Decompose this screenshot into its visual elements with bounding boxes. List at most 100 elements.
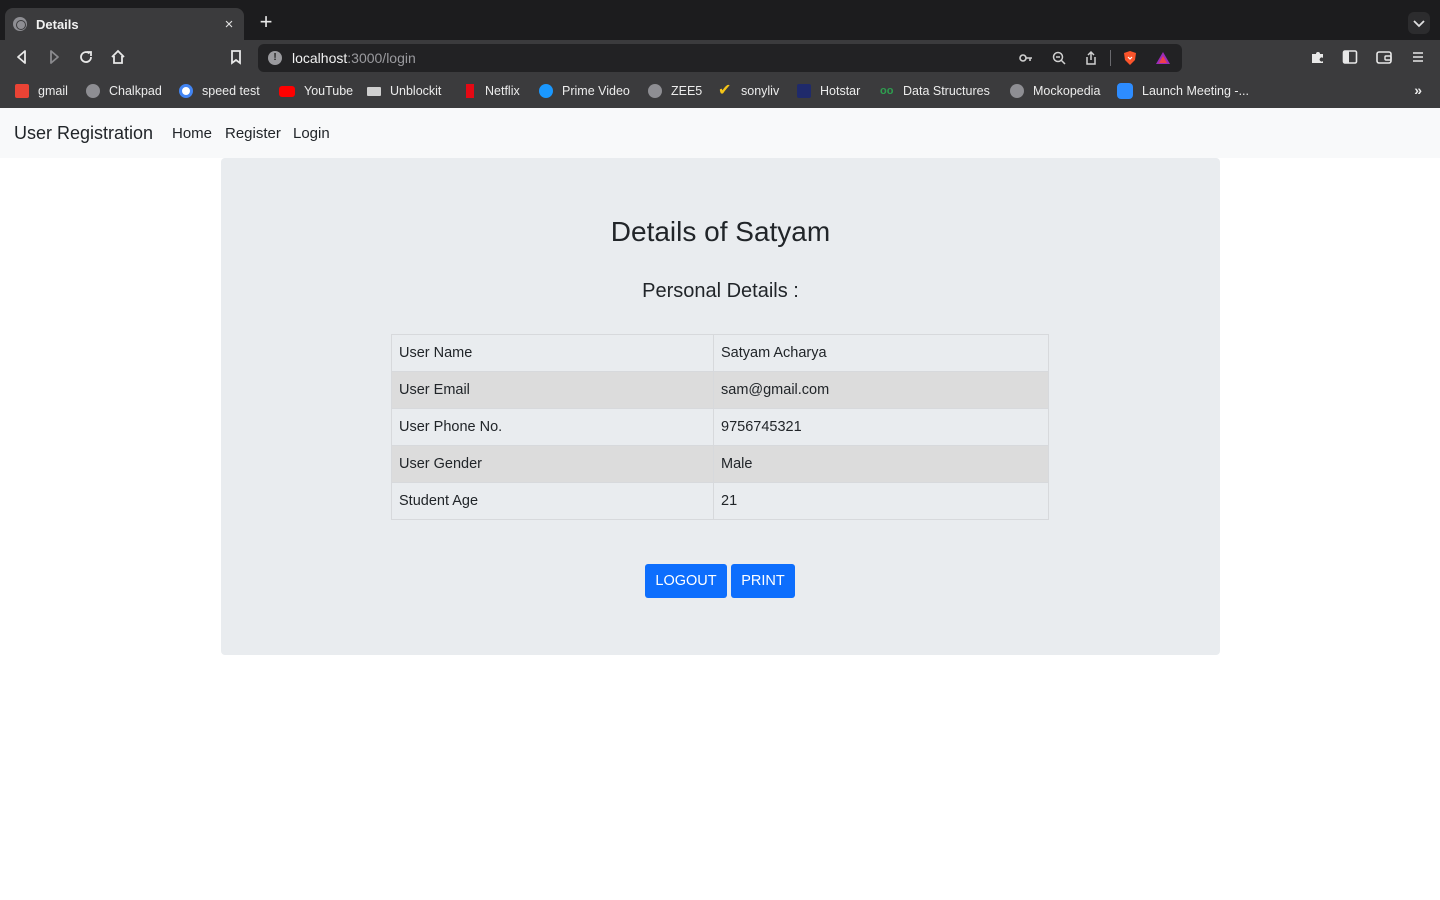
menu-button[interactable] bbox=[1406, 45, 1430, 69]
bookmark-hotstar[interactable]: Hotstar bbox=[797, 82, 860, 100]
section-subtitle: Personal Details : bbox=[642, 280, 799, 302]
browser-toolbar: ! localhost:3000/login bbox=[0, 40, 1440, 74]
bookmark-unblockit[interactable]: Unblockit bbox=[367, 82, 441, 100]
bookmark-label: YouTube bbox=[304, 84, 354, 98]
tab-title: Details bbox=[36, 16, 79, 32]
bookmark-label: Launch Meeting -... bbox=[1142, 84, 1250, 98]
bookmark-label: speed test bbox=[202, 84, 260, 98]
navbar-brand[interactable]: User Registration bbox=[14, 123, 153, 144]
bookmark-sonyliv[interactable]: ✔ sonyliv bbox=[718, 82, 779, 100]
reload-button[interactable] bbox=[74, 45, 98, 69]
netflix-icon bbox=[466, 84, 474, 98]
more-bookmarks-chevron-icon[interactable]: » bbox=[1414, 82, 1422, 98]
bookmark-button[interactable] bbox=[224, 45, 248, 69]
hamburger-menu-icon bbox=[1413, 52, 1423, 62]
tab-search-button[interactable] bbox=[1408, 12, 1430, 34]
url-path: :3000/login bbox=[347, 50, 416, 66]
table-row: Student Age 21 bbox=[391, 482, 1049, 520]
globe-icon bbox=[13, 17, 27, 31]
field-value: sam@gmail.com bbox=[713, 371, 1049, 409]
bookmark-label: Netflix bbox=[485, 84, 520, 98]
bookmark-label: gmail bbox=[38, 84, 68, 98]
zee5-icon bbox=[648, 84, 662, 98]
field-value: Male bbox=[713, 445, 1049, 483]
close-tab-icon[interactable]: × bbox=[222, 16, 236, 33]
browser-tab-details[interactable]: Details × bbox=[5, 8, 244, 40]
sidebar-icon bbox=[1342, 50, 1358, 64]
field-value: 21 bbox=[713, 482, 1049, 520]
bookmark-speed-test[interactable]: speed test bbox=[179, 82, 260, 100]
brave-shields-icon[interactable] bbox=[1122, 50, 1138, 66]
bookmark-zee5[interactable]: ZEE5 bbox=[648, 82, 702, 100]
globe-icon bbox=[1010, 84, 1024, 98]
field-value: Satyam Acharya bbox=[713, 334, 1049, 372]
details-table: User Name Satyam Acharya User Email sam@… bbox=[391, 334, 1049, 520]
bookmark-label: Data Structures bbox=[903, 84, 990, 98]
field-label: User Email bbox=[391, 371, 714, 409]
bookmark-label: Chalkpad bbox=[109, 84, 162, 98]
field-label: User Gender bbox=[391, 445, 714, 483]
bookmark-youtube[interactable]: YouTube bbox=[279, 82, 353, 100]
field-label: User Name bbox=[391, 334, 714, 372]
table-row: User Phone No. 9756745321 bbox=[391, 408, 1049, 446]
bookmark-label: sonyliv bbox=[741, 84, 780, 98]
bookmark-netflix[interactable]: Netflix bbox=[463, 82, 520, 100]
nav-link-login[interactable]: Login bbox=[293, 125, 330, 142]
page-title: Details of Satyam bbox=[610, 216, 831, 247]
url-divider bbox=[1110, 50, 1111, 66]
sonyliv-check-icon: ✔ bbox=[718, 82, 732, 99]
globe-icon bbox=[86, 84, 100, 98]
url-host: localhost bbox=[292, 50, 348, 66]
address-bar[interactable]: ! localhost:3000/login bbox=[258, 44, 1182, 72]
bookmark-label: Unblockit bbox=[390, 84, 442, 98]
field-value: 9756745321 bbox=[713, 408, 1049, 446]
site-info-icon[interactable]: ! bbox=[268, 51, 282, 65]
field-label: Student Age bbox=[391, 482, 714, 520]
bookmark-label: Hotstar bbox=[820, 84, 861, 98]
sidebar-button[interactable] bbox=[1338, 45, 1362, 69]
wallet-icon bbox=[1376, 51, 1392, 64]
bookmark-chalkpad[interactable]: Chalkpad bbox=[86, 82, 162, 100]
brave-rewards-icon[interactable] bbox=[1155, 50, 1171, 66]
forward-button[interactable] bbox=[42, 45, 66, 69]
url-text[interactable]: localhost:3000/login bbox=[292, 50, 416, 66]
details-card: Details of Satyam Personal Details : Use… bbox=[221, 158, 1220, 655]
gmail-icon bbox=[15, 84, 29, 98]
key-icon[interactable] bbox=[1018, 50, 1034, 66]
field-label: User Phone No. bbox=[391, 408, 714, 446]
home-button[interactable] bbox=[106, 45, 130, 69]
bookmark-label: Mockopedia bbox=[1033, 84, 1101, 98]
nav-link-register[interactable]: Register bbox=[225, 125, 281, 142]
table-row: User Gender Male bbox=[391, 445, 1049, 483]
nav-link-home[interactable]: Home bbox=[172, 125, 212, 142]
prime-video-icon bbox=[539, 84, 553, 98]
google-icon bbox=[179, 84, 193, 98]
browser-tabstrip: Details × + bbox=[0, 0, 1440, 40]
geeksforgeeks-icon: oo bbox=[880, 85, 894, 97]
extensions-button[interactable] bbox=[1306, 45, 1330, 69]
bookmark-prime-video[interactable]: Prime Video bbox=[539, 82, 630, 100]
hotstar-icon bbox=[797, 84, 811, 98]
puzzle-icon bbox=[1312, 52, 1323, 63]
youtube-icon bbox=[279, 85, 295, 97]
print-button[interactable]: PRINT bbox=[731, 564, 795, 598]
bookmark-label: ZEE5 bbox=[671, 84, 703, 98]
bookmarks-bar: gmail Chalkpad speed test YouTube Unbloc… bbox=[0, 74, 1440, 108]
logout-button[interactable]: LOGOUT bbox=[645, 564, 727, 598]
share-icon[interactable] bbox=[1083, 50, 1099, 66]
home-icon bbox=[111, 49, 125, 64]
site-navbar: User Registration Home Register Login bbox=[0, 108, 1440, 158]
reload-icon bbox=[80, 51, 92, 63]
bookmark-mockopedia[interactable]: Mockopedia bbox=[1010, 82, 1100, 100]
back-button[interactable] bbox=[10, 45, 34, 69]
zoom-icon[interactable] bbox=[1051, 50, 1067, 66]
bookmark-label: Prime Video bbox=[562, 84, 630, 98]
bookmark-launch-meeting[interactable]: Launch Meeting -... bbox=[1117, 82, 1249, 100]
bookmark-gmail[interactable]: gmail bbox=[15, 82, 68, 100]
wallet-button[interactable] bbox=[1372, 45, 1396, 69]
back-arrow-icon bbox=[17, 50, 26, 64]
forward-arrow-icon bbox=[50, 50, 59, 64]
new-tab-button[interactable]: + bbox=[256, 11, 276, 33]
bookmark-icon bbox=[231, 50, 241, 65]
bookmark-data-structures[interactable]: oo Data Structures bbox=[880, 82, 990, 100]
